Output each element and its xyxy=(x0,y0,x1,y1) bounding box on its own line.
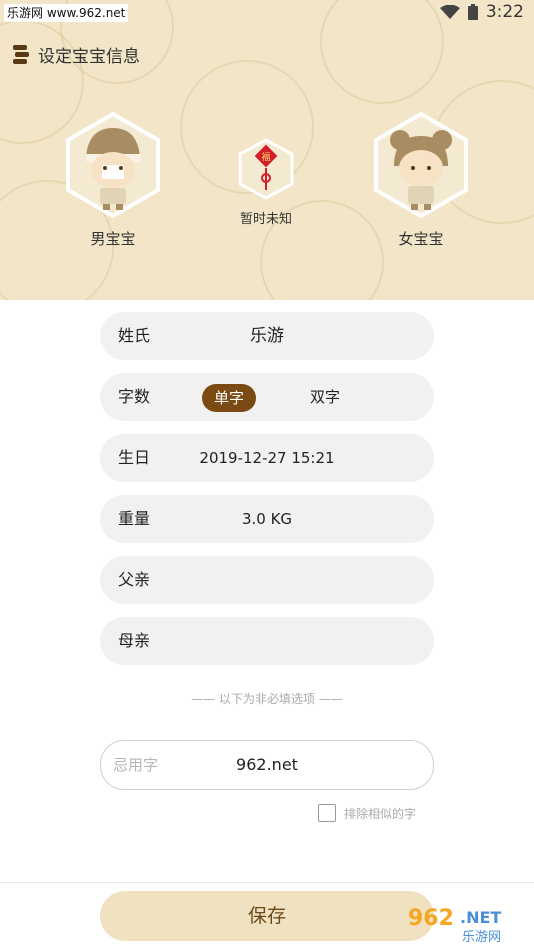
exclude-similar-checkbox[interactable] xyxy=(318,804,336,822)
optional-divider: —— 以下为非必填选项 —— xyxy=(191,692,343,706)
char-count-field: 字数 单字 双字 xyxy=(100,373,434,421)
status-bar: 乐游网 www.962.net 3:22 xyxy=(0,0,534,28)
birthday-value: 2019-12-27 15:21 xyxy=(199,449,335,467)
clock: 3:22 xyxy=(485,2,524,22)
boy-avatar-icon xyxy=(66,111,160,219)
gender-label-girl: 女宝宝 xyxy=(398,230,444,248)
page-title: 设定宝宝信息 xyxy=(38,47,140,67)
char-count-double-option[interactable]: 双字 xyxy=(310,373,340,421)
avoid-chars-input[interactable]: 忌用字 962.net xyxy=(100,740,434,790)
girl-avatar-icon xyxy=(374,111,468,219)
bottom-divider xyxy=(0,882,534,883)
birthday-field[interactable]: 生日 2019-12-27 15:21 xyxy=(100,434,434,482)
gender-option-unknown[interactable]: 福 暂时未知 xyxy=(236,138,296,227)
gender-option-boy[interactable]: 男宝宝 xyxy=(58,110,168,249)
book-stack-icon xyxy=(13,44,29,64)
gender-label-boy: 男宝宝 xyxy=(90,230,136,248)
svg-text:.NET: .NET xyxy=(460,908,501,927)
svg-text:962: 962 xyxy=(408,906,454,931)
gender-label-unknown: 暂时未知 xyxy=(239,212,292,227)
exclude-similar-label: 排除相似的字 xyxy=(344,806,417,821)
status-watermark-text: 乐游网 www.962.net xyxy=(4,4,129,22)
char-count-label: 字数 xyxy=(118,387,151,406)
save-button[interactable]: 保存 xyxy=(100,891,434,941)
battery-icon xyxy=(467,4,478,20)
exclude-similar-option[interactable]: 排除相似的字 xyxy=(318,804,416,822)
char-count-single-option[interactable]: 单字 xyxy=(202,384,256,412)
weight-field[interactable]: 重量 3.0 KG xyxy=(100,495,434,543)
mother-label: 母亲 xyxy=(118,631,151,650)
father-field[interactable]: 父亲 xyxy=(100,556,434,604)
father-label: 父亲 xyxy=(118,570,151,589)
weight-value: 3.0 KG xyxy=(241,510,293,528)
gender-option-girl[interactable]: 女宝宝 xyxy=(366,110,476,249)
surname-field[interactable]: 姓氏 乐游 xyxy=(100,312,434,360)
svg-text:乐游网: 乐游网 xyxy=(462,930,501,945)
mother-field[interactable]: 母亲 xyxy=(100,617,434,665)
surname-value: 乐游 xyxy=(250,326,284,346)
fortune-knot-icon: 福 xyxy=(238,138,294,200)
avoid-chars-value: 962.net xyxy=(236,755,298,774)
svg-text:福: 福 xyxy=(261,151,270,163)
header-banner: 乐游网 www.962.net 3:22 设定宝宝信息 男宝宝 福 暂时未知 女… xyxy=(0,0,534,300)
wifi-icon xyxy=(439,5,460,19)
page-title-row: 设定宝宝信息 xyxy=(12,42,140,67)
watermark-logo: 962 .NET 乐游网 xyxy=(408,906,501,945)
